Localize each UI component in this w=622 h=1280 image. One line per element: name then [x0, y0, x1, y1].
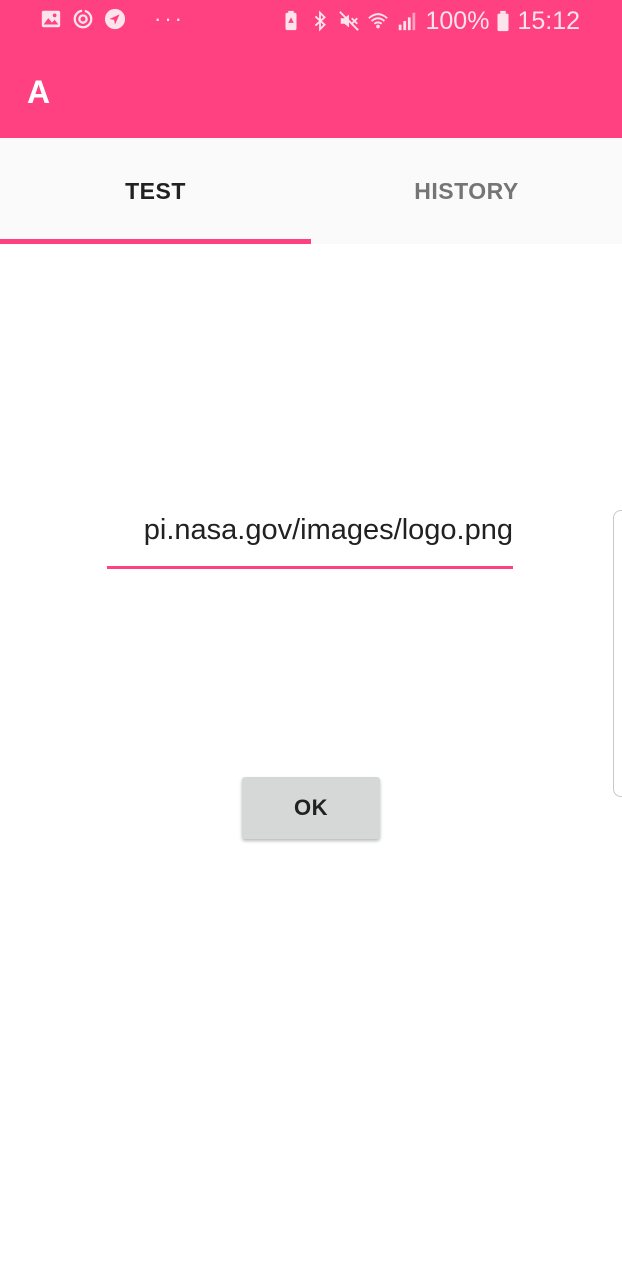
image-icon	[40, 8, 62, 30]
ok-button[interactable]: OK	[242, 777, 380, 839]
battery-saver-icon	[280, 10, 302, 32]
battery-percent: 100%	[425, 7, 490, 35]
app-title: A	[27, 74, 51, 110]
app-bar: A	[0, 44, 622, 138]
tab-indicator	[0, 239, 311, 244]
edge-panel-handle[interactable]	[613, 510, 622, 797]
send-icon	[104, 8, 126, 30]
tab-bar: TEST HISTORY	[0, 138, 622, 244]
battery-icon	[496, 10, 510, 32]
system-icons: 100% 15:12	[280, 6, 580, 36]
tab-test[interactable]: TEST	[0, 138, 311, 244]
sync-icon	[72, 8, 94, 30]
signal-icon	[396, 10, 418, 32]
bluetooth-icon	[309, 10, 331, 32]
url-input[interactable]	[107, 500, 513, 560]
notification-icons: ···	[40, 8, 185, 30]
mute-icon	[338, 10, 360, 32]
tab-history[interactable]: HISTORY	[311, 138, 622, 244]
wifi-icon	[367, 10, 389, 32]
input-underline	[107, 566, 513, 569]
more-notifications-icon: ···	[154, 6, 185, 31]
status-bar: ··· 100% 15:12	[0, 0, 622, 44]
clock: 15:12	[517, 7, 580, 35]
